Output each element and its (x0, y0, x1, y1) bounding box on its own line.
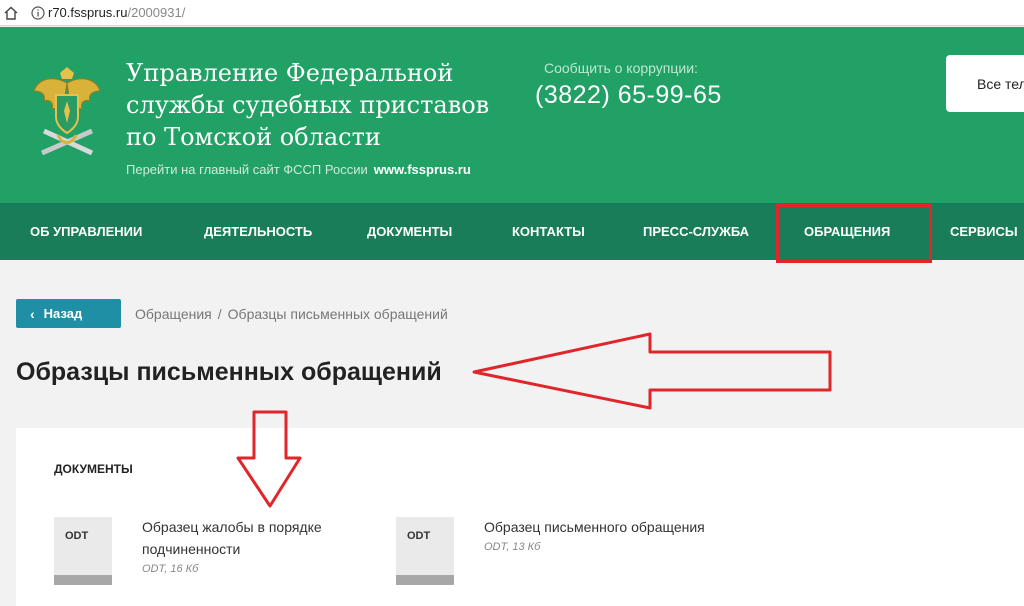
org-title[interactable]: Управление Федеральной службы судебных п… (126, 57, 526, 153)
chevron-left-icon: ‹ (30, 305, 35, 322)
document-meta: ODT, 13 Кб (484, 541, 541, 553)
url-path[interactable]: /2000931/ (127, 5, 185, 20)
address-bar[interactable]: r70.fssprus.ru/2000931/ (0, 0, 1024, 26)
document-title-line: Образец письменного обращения (484, 519, 705, 535)
org-title-line: по Томской области (126, 123, 381, 151)
arrow-left-annotation (472, 332, 832, 410)
site-header: Управление Федеральной службы судебных п… (0, 27, 1024, 203)
document-meta: ODT, 16 Кб (142, 563, 199, 575)
info-icon[interactable] (28, 5, 48, 20)
file-icon-bar (54, 575, 112, 585)
main-site-link[interactable]: Перейти на главный сайт ФССП России www.f… (126, 162, 471, 177)
org-title-line: Управление Федеральной (126, 59, 454, 87)
document-title-complaint[interactable]: Образец жалобы в порядке подчиненности (142, 516, 372, 560)
nav-item-about[interactable]: ОБ УПРАВЛЕНИИ (30, 203, 142, 260)
corruption-phone[interactable]: (3822) 65-99-65 (535, 81, 722, 110)
breadcrumb-separator: / (217, 306, 222, 322)
document-title-line: подчиненности (142, 541, 241, 557)
org-title-line: службы судебных приставов (126, 91, 490, 119)
breadcrumb: Обращения / Образцы письменных обращений (135, 306, 448, 322)
url-host[interactable]: r70.fssprus.ru (48, 5, 127, 20)
file-type-badge: ODT (407, 530, 431, 542)
nav-item-documents[interactable]: ДОКУМЕНТЫ (367, 203, 452, 260)
main-site-link-text: Перейти на главный сайт ФССП России (126, 162, 368, 177)
breadcrumb-item-current: Образцы письменных обращений (227, 306, 448, 322)
fssp-emblem-icon[interactable] (32, 65, 102, 165)
document-file-icon[interactable]: ODT (396, 517, 454, 585)
document-title-written-appeal[interactable]: Образец письменного обращения (484, 516, 784, 538)
documents-heading: ДОКУМЕНТЫ (54, 462, 133, 476)
file-type-badge: ODT (65, 530, 89, 542)
main-site-link-url[interactable]: www.fssprus.ru (374, 162, 471, 177)
home-icon[interactable] (0, 0, 22, 26)
back-button[interactable]: ‹ Назад (16, 299, 121, 328)
back-button-label: Назад (43, 306, 83, 321)
nav-item-press[interactable]: ПРЕСС-СЛУЖБА (643, 203, 749, 260)
nav-item-activity[interactable]: ДЕЯТЕЛЬНОСТЬ (204, 203, 312, 260)
nav-item-contacts[interactable]: КОНТАКТЫ (512, 203, 585, 260)
document-file-icon[interactable]: ODT (54, 517, 112, 585)
file-icon-bar (396, 575, 454, 585)
all-phones-button[interactable]: Все телефоны (946, 55, 1024, 112)
document-title-line: Образец жалобы в порядке (142, 519, 322, 535)
nav-highlight-annotation (776, 204, 932, 263)
page-title: Образцы письменных обращений (16, 358, 442, 386)
breadcrumb-item-appeals[interactable]: Обращения (135, 306, 212, 322)
corruption-label: Сообщить о коррупции: (544, 60, 698, 76)
nav-item-services[interactable]: СЕРВИСЫ (950, 203, 1018, 260)
